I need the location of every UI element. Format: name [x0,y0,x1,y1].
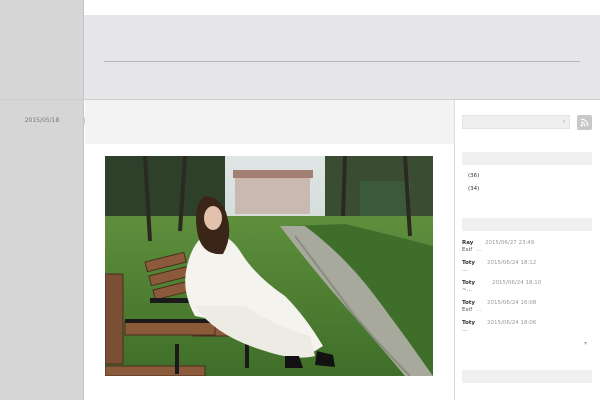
post-title-bar[interactable] [85,100,454,144]
comment-time: 2015/06/24 18:12 [487,260,537,266]
comment-excerpt[interactable]: … [462,267,468,273]
comment-author[interactable]: Toty [462,300,475,306]
post-date: 2015/05/18 [24,117,60,124]
comment-time: 2015/06/24 18:10 [492,280,542,286]
header-divider [104,61,580,62]
comment-excerpt[interactable]: Exif [462,307,472,313]
search-input[interactable]: › [462,115,570,129]
comment-ellipsis: … [476,247,482,253]
main-content [85,100,454,400]
recent-comments-widget-title [462,218,592,231]
post-photo-illustration [105,156,433,376]
widget-title [462,370,592,383]
comment-item[interactable]: Toty 2015/06/24 18:12 … [462,260,592,278]
comment-time: 2015/06/24 18:06 [487,320,537,326]
comment-author[interactable]: Toty [462,260,475,266]
comment-author[interactable]: Toty [462,280,475,286]
comment-excerpt[interactable]: … [462,327,468,333]
comment-time: 2015/06/27 23:49 [485,240,535,246]
comment-excerpt[interactable]: Exif [462,247,472,253]
archive-item-count[interactable]: (36) [468,173,479,179]
archives-widget-title [462,152,592,165]
rss-icon [580,118,589,127]
comment-item[interactable]: Toty 2015/06/24 16:08 Exif … [462,300,592,318]
comment-item[interactable]: Ray 2015/06/27 23:49 Exif … [462,240,592,258]
comment-item[interactable]: Toty 2015/06/24 18:06 … [462,320,592,338]
comment-excerpt[interactable]: ~… [462,287,472,293]
comment-author[interactable]: Ray [462,240,473,246]
comment-ellipsis: … [476,307,482,313]
comment-time: 2015/06/24 16:08 [487,300,537,306]
chevron-right-icon[interactable]: › [563,116,565,128]
post-photo[interactable] [105,156,433,376]
chevron-down-icon[interactable]: ▾ [584,340,587,347]
top-strip [84,0,600,15]
sidebar: › (36) (34) Ray 2015/06/27 23:49 Exif … … [455,100,600,400]
archive-item-count[interactable]: (34) [468,186,479,192]
left-rail [0,0,84,400]
comment-author[interactable]: Toty [462,320,475,326]
rss-button[interactable] [577,115,592,130]
comment-item[interactable]: Toty 2015/06/24 18:10 ~… [462,280,592,298]
site-header [84,15,600,99]
